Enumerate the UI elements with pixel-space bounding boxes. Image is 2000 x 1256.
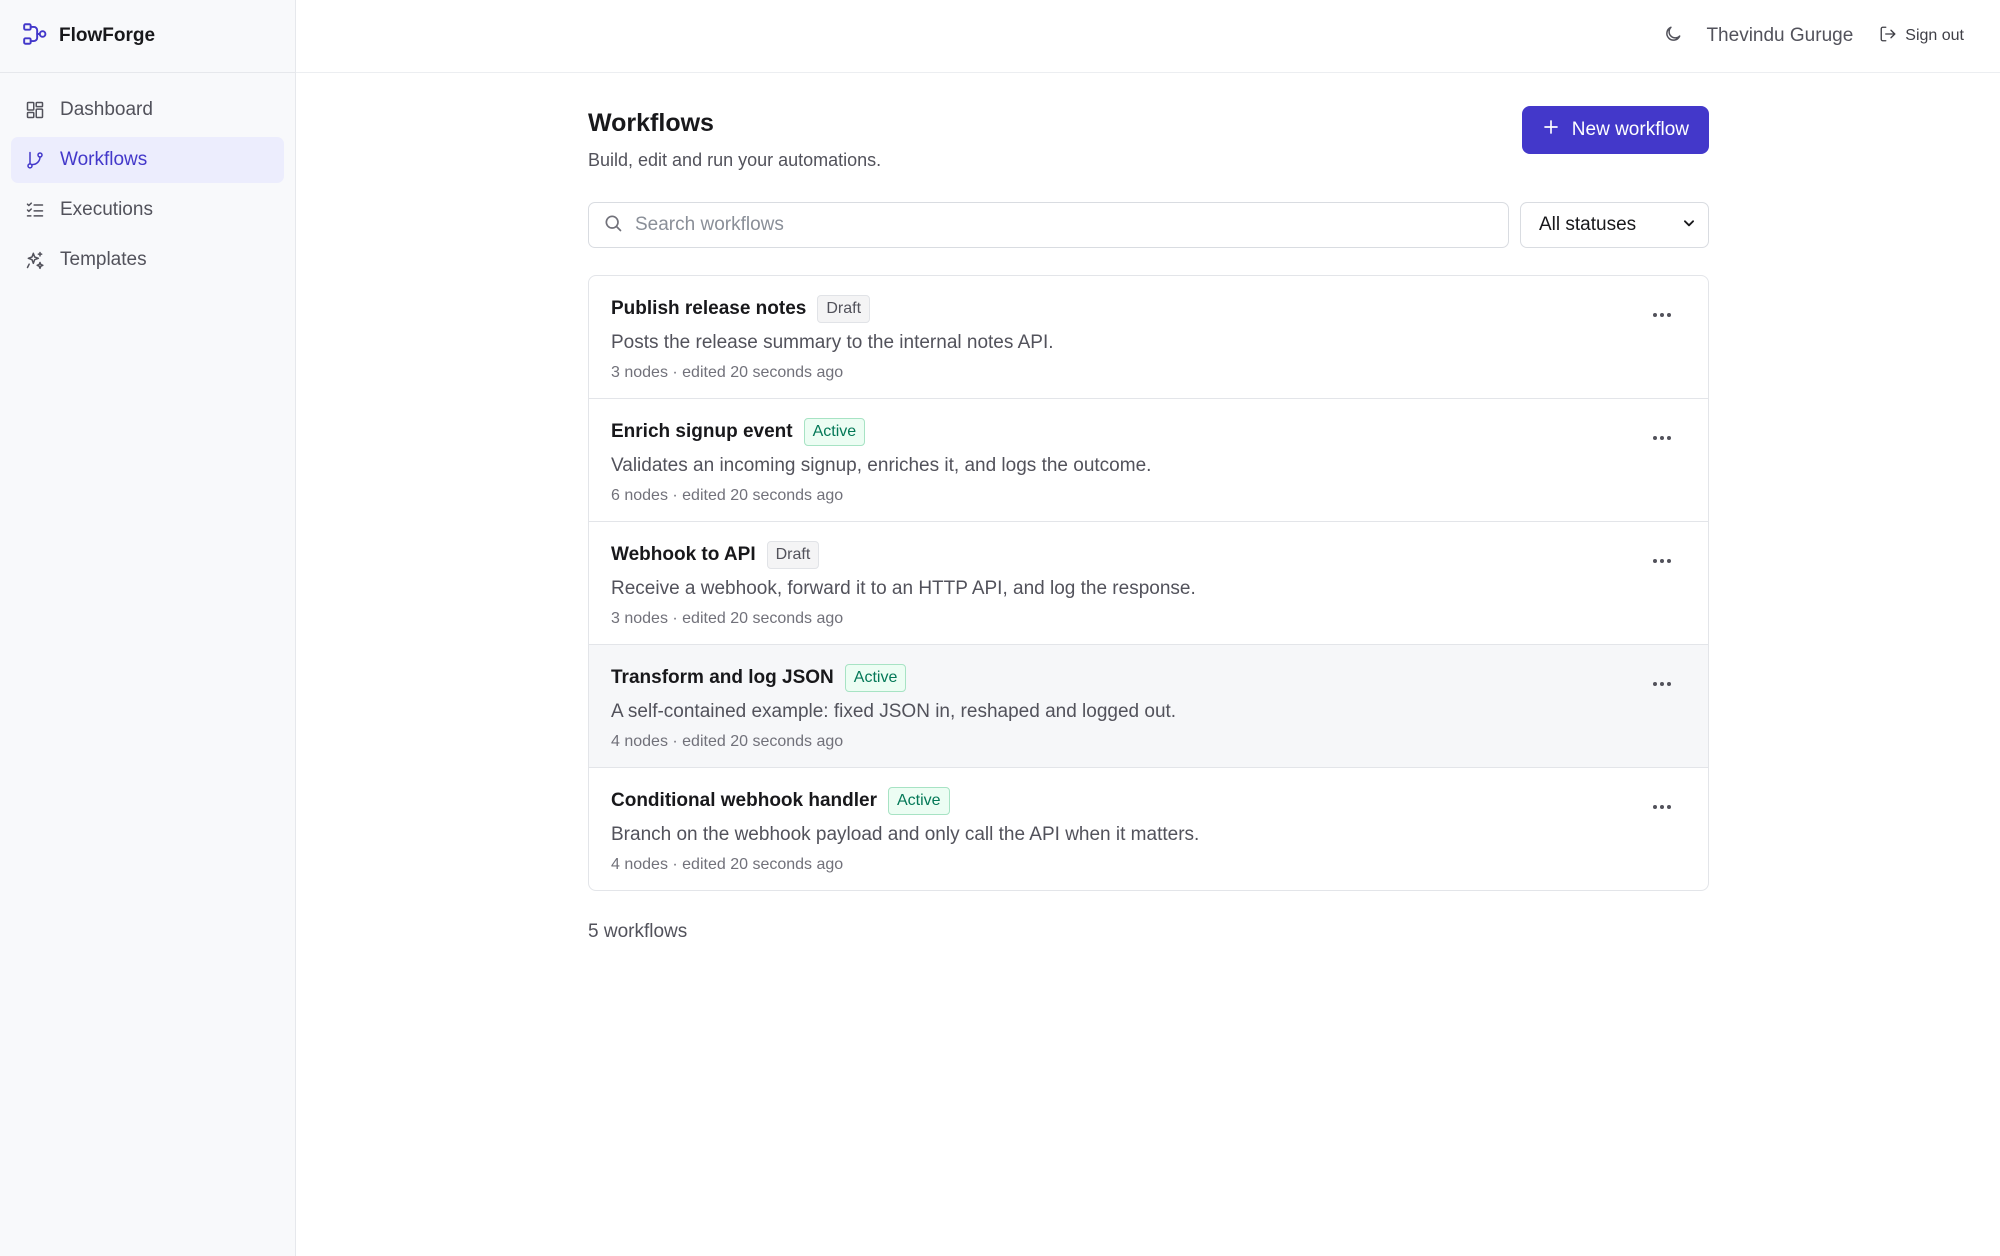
workflow-name[interactable]: Webhook to API (611, 544, 756, 566)
workflow-meta: 3 nodes · edited 20 seconds ago (611, 364, 844, 381)
brand[interactable]: FlowForge (0, 0, 295, 73)
workflow-description: A self-contained example: fixed JSON in,… (611, 701, 1177, 722)
workflow-description: Receive a webhook, forward it to an HTTP… (611, 578, 1196, 599)
ellipsis-icon (1652, 797, 1672, 815)
sidebar-item-workflows[interactable]: Workflows (11, 137, 284, 183)
more-options-button[interactable] (1650, 304, 1674, 324)
filters-bar: All statuses (588, 202, 1709, 248)
sign-out-label: Sign out (1905, 27, 1964, 44)
workflow-name[interactable]: Transform and log JSON (611, 667, 834, 689)
sidebar-item-label: Dashboard (60, 99, 153, 120)
sidebar-item-label: Workflows (60, 149, 148, 170)
sidebar-item-executions[interactable]: Executions (11, 187, 284, 233)
status-badge: Active (844, 664, 907, 692)
sidebar: FlowForge Dashboard Workflows Executions… (0, 0, 296, 1256)
workflow-count: 5 workflows (588, 921, 688, 942)
workflow-description: Validates an incoming signup, enriches i… (611, 455, 1152, 476)
sidebar-item-dashboard[interactable]: Dashboard (11, 87, 284, 133)
status-badge: Active (888, 787, 950, 815)
workflow-row[interactable]: Enrich signup event Active Validates an … (589, 399, 1708, 522)
workflow-meta: 6 nodes · edited 20 seconds ago (611, 487, 844, 504)
sparkles-icon (24, 249, 46, 271)
plus-icon (1542, 118, 1572, 142)
search-box[interactable] (588, 202, 1509, 248)
user-name: Thevindu Guruge (1706, 25, 1854, 46)
new-workflow-button[interactable]: New workflow (1521, 106, 1709, 154)
flowforge-logo-icon (22, 21, 48, 52)
theme-toggle-button[interactable] (1660, 23, 1686, 49)
workflow-row[interactable]: Publish release notes Draft Posts the re… (589, 276, 1708, 399)
page-header: Workflows Build, edit and run your autom… (588, 106, 1709, 171)
workflow-name[interactable]: Conditional webhook handler (611, 790, 877, 812)
dashboard-icon (24, 99, 46, 121)
chevron-down-icon (1682, 214, 1696, 236)
top-bar: Thevindu Guruge Sign out (296, 0, 2000, 73)
main-content: Workflows Build, edit and run your autom… (588, 106, 1709, 943)
ellipsis-icon (1652, 674, 1672, 692)
workflow-description: Posts the release summary to the interna… (611, 332, 1054, 353)
more-options-button[interactable] (1650, 796, 1674, 816)
sidebar-item-label: Templates (60, 249, 147, 270)
more-options-button[interactable] (1650, 427, 1674, 447)
ellipsis-icon (1652, 551, 1672, 569)
ellipsis-icon (1652, 305, 1672, 323)
list-checks-icon (24, 199, 46, 221)
workflow-list: Publish release notes Draft Posts the re… (588, 275, 1709, 891)
status-filter-select[interactable]: All statuses (1520, 202, 1709, 248)
workflow-row[interactable]: Transform and log JSON Active A self-con… (589, 645, 1708, 768)
workflow-row[interactable]: Conditional webhook handler Active Branc… (589, 768, 1708, 890)
workflow-meta: 4 nodes · edited 20 seconds ago (611, 733, 844, 750)
sidebar-nav: Dashboard Workflows Executions Templates (0, 73, 295, 283)
log-out-icon (1879, 25, 1905, 48)
ellipsis-icon (1652, 428, 1672, 446)
status-badge: Draft (817, 295, 871, 323)
more-options-button[interactable] (1650, 550, 1674, 570)
workflow-row[interactable]: Webhook to API Draft Receive a webhook, … (589, 522, 1708, 645)
moon-icon (1663, 24, 1683, 49)
workflow-meta: 4 nodes · edited 20 seconds ago (611, 856, 844, 873)
new-workflow-label: New workflow (1571, 119, 1689, 140)
workflow-branch-icon (24, 149, 46, 171)
workflow-meta: 3 nodes · edited 20 seconds ago (611, 610, 844, 627)
status-badge: Active (803, 418, 866, 446)
status-badge: Draft (766, 541, 820, 569)
search-input[interactable] (635, 214, 1495, 236)
more-options-button[interactable] (1650, 673, 1674, 693)
app-name: FlowForge (59, 25, 156, 46)
page-subtitle: Build, edit and run your automations. (588, 150, 882, 170)
search-icon (603, 213, 623, 238)
workflow-name[interactable]: Enrich signup event (611, 421, 793, 443)
status-filter-value: All statuses (1539, 214, 1637, 235)
page-title: Workflows (588, 109, 714, 137)
workflow-description: Branch on the webhook payload and only c… (611, 824, 1200, 845)
workflow-name[interactable]: Publish release notes (611, 298, 806, 320)
sidebar-item-label: Executions (60, 199, 153, 220)
sign-out-button[interactable]: Sign out (1879, 25, 1964, 48)
sidebar-item-templates[interactable]: Templates (11, 237, 284, 283)
